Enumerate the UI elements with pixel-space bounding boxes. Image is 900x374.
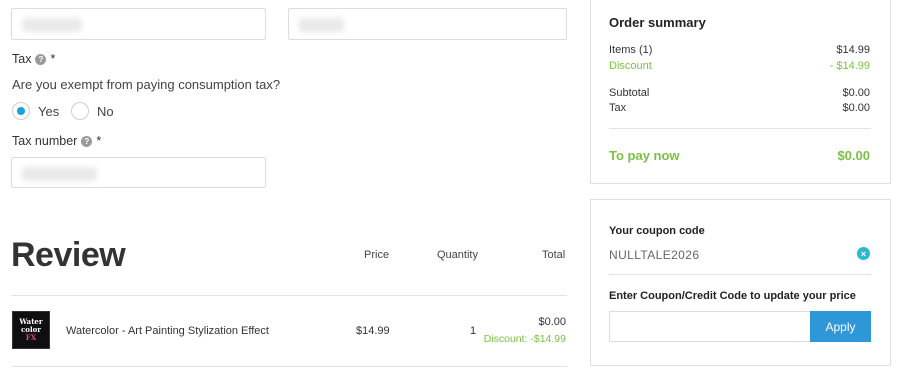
thumb-text-line: FX: [25, 333, 37, 342]
radio-selected-dot: [17, 107, 25, 115]
tax-summary-label: Tax: [609, 102, 627, 114]
radio-yes-circle[interactable]: [12, 102, 30, 120]
items-value: $14.99: [836, 44, 870, 56]
divider: [609, 128, 871, 129]
divider: [609, 274, 871, 275]
item-price: $14.99: [356, 325, 390, 337]
tax-number-input[interactable]: [11, 157, 266, 188]
price-column-header: Price: [364, 249, 390, 261]
product-thumbnail: Water color FX: [12, 311, 50, 349]
applied-coupon-code: NULLTALE2026: [609, 248, 700, 262]
tax-summary-value: $0.00: [842, 102, 870, 114]
second-field-input[interactable]: [288, 8, 567, 40]
subtotal-label: Subtotal: [609, 87, 650, 99]
discount-value: - $14.99: [829, 60, 870, 72]
help-icon[interactable]: ?: [81, 135, 93, 147]
order-summary-title: Order summary: [609, 15, 706, 30]
blurred-value: [22, 167, 97, 181]
divider: [11, 295, 567, 296]
apply-button[interactable]: Apply: [810, 311, 871, 342]
review-title: Review: [11, 236, 126, 274]
to-pay-label: To pay now: [609, 148, 680, 163]
subtotal-value: $0.00: [842, 87, 870, 99]
radio-no-label: No: [97, 103, 114, 119]
radio-yes-label: Yes: [38, 103, 60, 119]
item-discount: Discount: -$14.99: [483, 333, 566, 345]
radio-no-circle[interactable]: [71, 102, 89, 120]
tax-number-label-text: Tax number: [12, 134, 78, 148]
discount-label: Discount: [609, 60, 652, 72]
quantity-column-header: Quantity: [437, 249, 478, 261]
help-icon[interactable]: ?: [35, 53, 47, 65]
item-name: Watercolor - Art Painting Stylization Ef…: [66, 325, 269, 337]
blurred-value: [299, 18, 344, 32]
tax-label: Tax ? *: [12, 52, 55, 66]
first-field-input[interactable]: [11, 8, 266, 40]
remove-coupon-icon[interactable]: ×: [857, 247, 870, 260]
tax-number-label: Tax number ? *: [12, 134, 101, 148]
item-quantity: 1: [470, 325, 477, 337]
to-pay-value: $0.00: [837, 148, 870, 163]
exempt-question: Are you exempt from paying consumption t…: [12, 77, 281, 92]
total-column-header: Total: [542, 249, 566, 261]
items-label: Items (1): [609, 44, 653, 56]
required-mark: *: [50, 52, 56, 66]
coupon-code-input[interactable]: [609, 311, 811, 342]
radio-no[interactable]: No: [71, 102, 114, 120]
enter-coupon-label: Enter Coupon/Credit Code to update your …: [609, 290, 856, 302]
coupon-code-label: Your coupon code: [609, 225, 705, 237]
radio-yes[interactable]: Yes: [12, 102, 59, 120]
item-total: $0.00: [538, 316, 566, 328]
tax-label-text: Tax: [12, 52, 32, 66]
required-mark: *: [96, 134, 102, 148]
divider: [11, 366, 567, 367]
blurred-value: [22, 18, 82, 32]
